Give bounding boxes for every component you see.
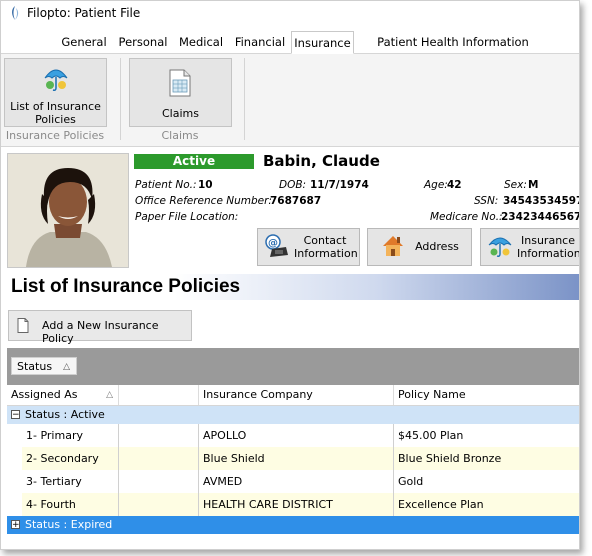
cell-blank [119, 424, 199, 447]
contact-information-button[interactable]: @ Contact Information [257, 228, 360, 266]
group-by-status-chip[interactable]: Status △ [11, 357, 77, 375]
sex-label: Sex: [504, 179, 527, 191]
office-ref-label: Office Reference Number: [135, 195, 272, 207]
patient-no-label: Patient No.: [135, 179, 197, 191]
grid-header: Assigned As △ Insurance Company Policy N… [7, 385, 579, 406]
patient-file-window: Filopto: Patient File General Personal M… [0, 0, 580, 550]
group-label: Status : Expired [25, 518, 113, 531]
table-row[interactable]: 1- Primary APOLLO $45.00 Plan [22, 424, 579, 448]
medicare-label: Medicare No.: [430, 211, 503, 223]
tab-financial[interactable]: Financial [232, 31, 288, 52]
claims-document-icon [169, 69, 191, 97]
column-header-blank[interactable] [119, 385, 199, 405]
patient-no-value: 10 [198, 179, 213, 191]
house-icon [383, 236, 403, 256]
add-insurance-policy-label: Add a New Insurance Policy [42, 319, 159, 345]
cell-policy-name: Blue Shield Bronze [398, 452, 502, 465]
contact-phone-icon: @ [265, 234, 288, 257]
list-insurance-policies-button[interactable]: List of Insurance Policies [4, 58, 107, 127]
cell-assigned-as: 2- Secondary [22, 447, 119, 470]
main-tabs: General Personal Medical Financial Insur… [1, 31, 579, 71]
ssn-label: SSN: [474, 195, 499, 207]
status-badge: Active [134, 154, 254, 169]
group-by-panel: Status △ [7, 348, 579, 385]
group-label: Status : Active [25, 408, 105, 421]
insurance-policies-group-label: Insurance Policies [5, 129, 105, 142]
claims-group-label: Claims [161, 129, 199, 142]
sex-value: M [528, 179, 539, 191]
tab-general[interactable]: General [57, 31, 111, 52]
sort-ascending-icon: △ [63, 362, 70, 372]
claims-button[interactable]: Claims [129, 58, 232, 127]
cell-insurance-company: HEALTH CARE DISTRICT [199, 493, 394, 516]
group-by-status-label: Status [17, 360, 53, 373]
table-row[interactable]: 4- Fourth HEALTH CARE DISTRICT Excellenc… [22, 493, 579, 517]
cell-assigned-as: 1- Primary [22, 424, 119, 447]
office-ref-value: 7687687 [270, 195, 322, 207]
medicare-value: 23423446567 [501, 211, 580, 223]
patient-photo [7, 153, 129, 268]
group-row-active[interactable]: − Status : Active [7, 406, 579, 424]
umbrella-icon [44, 69, 68, 91]
table-row[interactable]: 3- Tertiary AVMED Gold [22, 470, 579, 494]
title-bar: Filopto: Patient File [1, 1, 579, 27]
cell-blank [119, 493, 199, 516]
section-header: List of Insurance Policies [1, 274, 579, 300]
contact-information-label: Contact Information [294, 234, 358, 260]
group-row-expired[interactable]: + Status : Expired [7, 516, 579, 534]
insurance-umbrella-icon [488, 237, 512, 257]
cell-insurance-company: APOLLO [199, 424, 394, 447]
collapse-icon[interactable]: − [11, 410, 20, 420]
tab-insurance[interactable]: Insurance [291, 31, 354, 54]
age-value: 42 [447, 179, 462, 191]
svg-text:@: @ [268, 238, 278, 249]
section-title: List of Insurance Policies [11, 276, 241, 297]
sort-ascending-icon: △ [106, 390, 113, 400]
cell-insurance-company: AVMED [199, 470, 394, 493]
app-logo-icon [12, 6, 19, 20]
tab-medical[interactable]: Medical [175, 31, 227, 52]
cell-policy-name: Excellence Plan [398, 498, 484, 511]
add-insurance-policy-button[interactable]: Add a New Insurance Policy [8, 310, 192, 345]
cell-assigned-as: 4- Fourth [22, 493, 119, 516]
claims-button-label: Claims [162, 107, 199, 120]
paper-file-label: Paper File Location: [135, 211, 239, 223]
dob-value: 11/7/1974 [310, 179, 369, 191]
patient-avatar [8, 154, 128, 267]
tab-personal[interactable]: Personal [115, 31, 171, 52]
tab-phi-manager[interactable]: Patient Health Information Manager [358, 31, 548, 71]
list-insurance-policies-label: List of Insurance Policies [10, 100, 101, 126]
column-assigned-as-label: Assigned As [11, 388, 78, 401]
column-header-insurance-company[interactable]: Insurance Company [199, 385, 394, 405]
ribbon-separator [244, 58, 245, 140]
insurance-information-button[interactable]: Insurance Information [480, 228, 580, 266]
ribbon: List of Insurance Policies Insurance Pol… [1, 54, 579, 147]
cell-blank [119, 470, 199, 493]
cell-policy-name: $45.00 Plan [398, 429, 464, 442]
insurance-information-label: Insurance Information [517, 234, 580, 260]
table-row[interactable]: 2- Secondary Blue Shield Blue Shield Bro… [22, 447, 579, 471]
new-document-icon [17, 318, 29, 333]
age-label: Age: [424, 179, 448, 191]
patient-name: Babin, Claude [263, 152, 380, 170]
ssn-value: 345435345978 [503, 195, 579, 207]
cell-insurance-company: Blue Shield [199, 447, 394, 470]
column-header-policy-name[interactable]: Policy Name [394, 385, 579, 405]
ribbon-separator [120, 58, 121, 140]
cell-blank [119, 447, 199, 470]
expand-icon[interactable]: + [11, 520, 20, 530]
dob-label: DOB: [279, 179, 307, 191]
cell-assigned-as: 3- Tertiary [22, 470, 119, 493]
cell-policy-name: Gold [398, 475, 424, 488]
window-title: Filopto: Patient File [27, 6, 141, 20]
address-button[interactable]: Address [367, 228, 472, 266]
column-header-assigned-as[interactable]: Assigned As △ [7, 385, 119, 405]
address-label: Address [415, 240, 459, 253]
